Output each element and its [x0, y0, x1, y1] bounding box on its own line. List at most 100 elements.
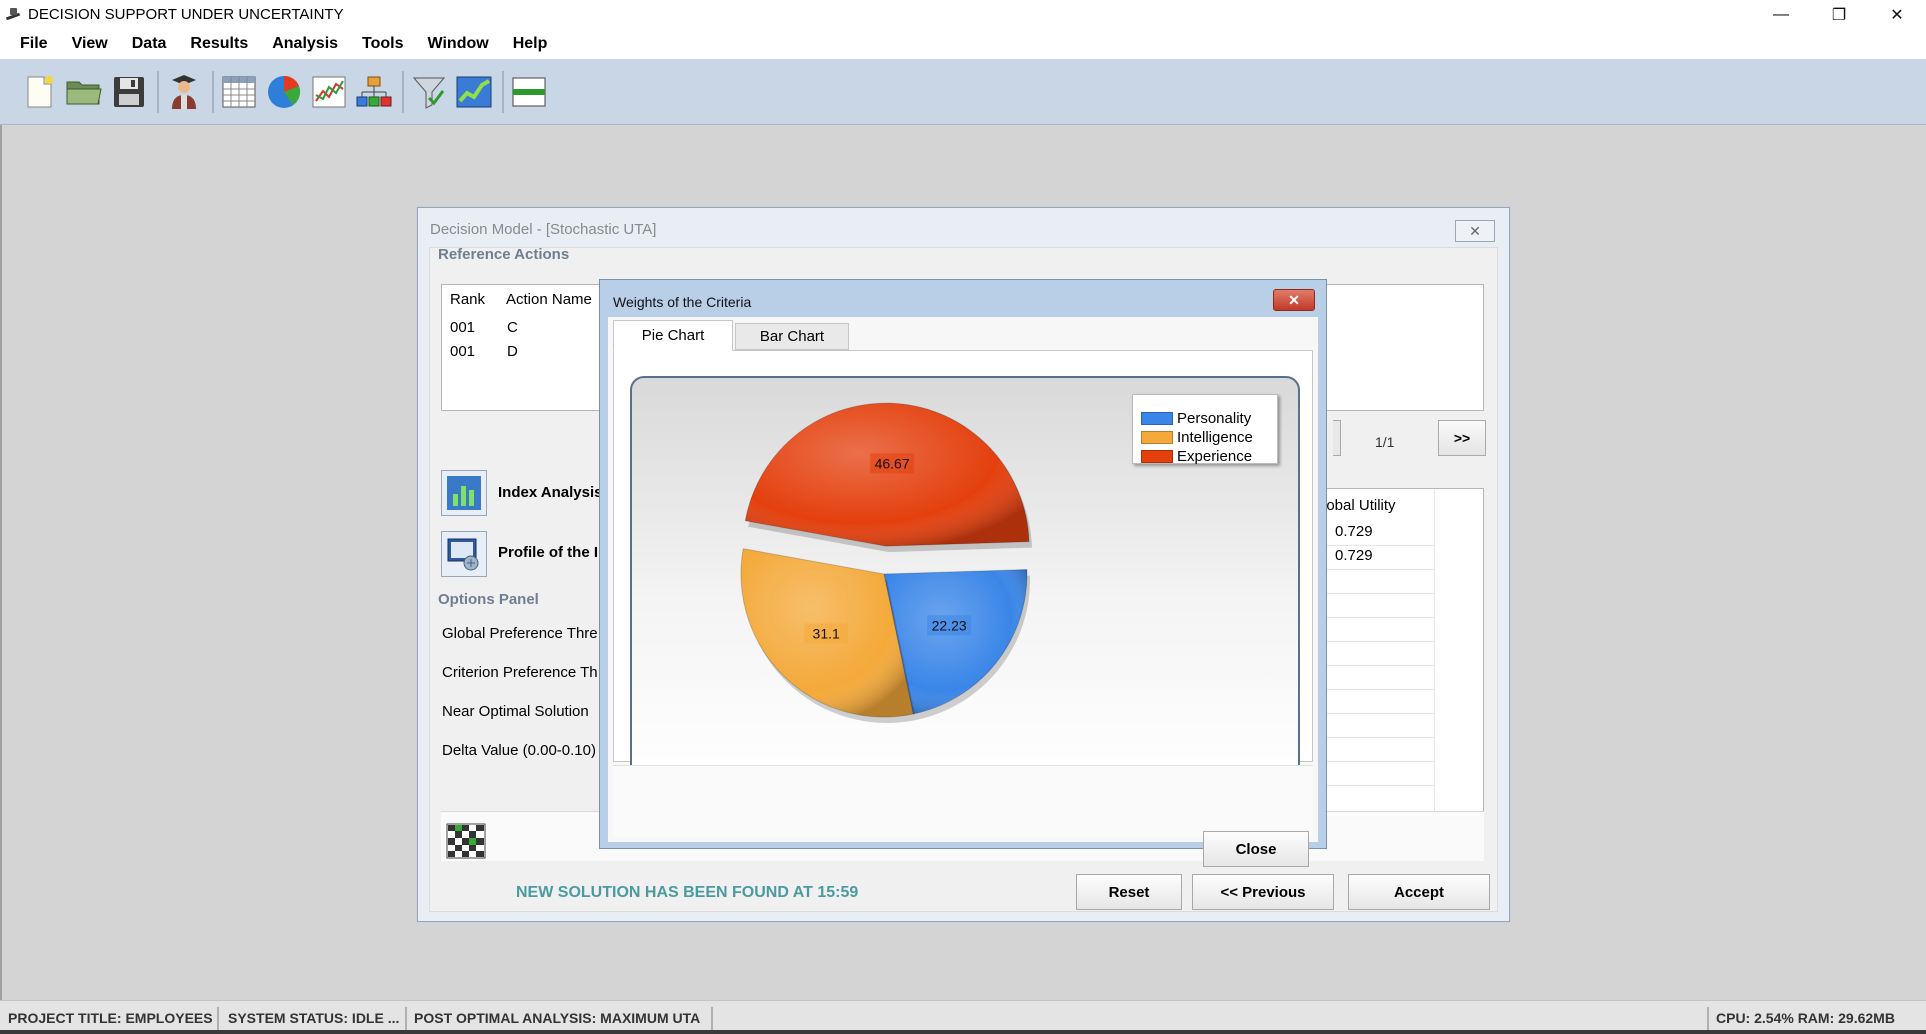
close-icon[interactable]: ✕ [1868, 0, 1926, 29]
legend-label: Intelligence [1177, 428, 1253, 446]
menu-window[interactable]: Window [416, 29, 501, 59]
profile-icon[interactable] [441, 531, 487, 577]
tab-pie-chart[interactable]: Pie Chart [613, 320, 733, 351]
near-optimal-solution-label: Near Optimal Solution [442, 703, 589, 720]
chart-legend: Personality Intelligence Experience [1132, 394, 1278, 465]
row-divider [1321, 593, 1434, 594]
tab-bar-chart[interactable]: Bar Chart [735, 323, 849, 350]
reset-button[interactable]: Reset [1076, 874, 1182, 910]
status-divider [1707, 1007, 1709, 1031]
previous-button[interactable]: << Previous [1192, 874, 1334, 910]
checkerboard-icon[interactable] [446, 823, 486, 859]
decision-maker-icon[interactable] [163, 71, 205, 113]
accept-button[interactable]: Accept [1348, 874, 1490, 910]
action-name-header: Action Name [506, 291, 592, 308]
reference-actions-label: Reference Actions [438, 246, 570, 263]
data-label: 22.23 [932, 617, 967, 633]
previous-page-button[interactable] [1333, 420, 1341, 456]
menu-view[interactable]: View [60, 29, 120, 59]
toolbar-separator [502, 70, 504, 113]
table-row-name[interactable]: D [507, 343, 518, 360]
profile-label[interactable]: Profile of the I [498, 544, 598, 561]
rank-header: Rank [450, 291, 486, 308]
next-page-button[interactable]: >> [1438, 420, 1486, 456]
row-divider [1321, 713, 1434, 714]
index-analysis-label[interactable]: Index Analysis [498, 484, 603, 501]
legend-label: Experience [1177, 447, 1253, 465]
minimize-icon[interactable]: — [1752, 0, 1810, 29]
restore-icon[interactable]: ❐ [1810, 0, 1868, 29]
index-analysis-icon[interactable] [441, 470, 487, 516]
global-preference-threshold-label: Global Preference Thre [442, 625, 598, 642]
toolbar [0, 59, 1926, 125]
legend-label: Personality [1177, 409, 1252, 427]
table-icon[interactable] [218, 71, 260, 113]
app-title: DECISION SUPPORT UNDER UNCERTAINTY [28, 6, 344, 23]
close-icon: ✕ [1469, 222, 1481, 239]
model-window-title: Decision Model - [Stochastic UTA] [430, 221, 657, 238]
weights-dialog: Weights of the Criteria ✕ Pie Chart Bar … [599, 279, 1327, 867]
data-label: 31.1 [813, 625, 840, 641]
table-row-name[interactable]: C [507, 319, 518, 336]
menu-bar: File View Data Results Analysis Tools Wi… [0, 29, 1926, 59]
pie-chart-icon[interactable] [263, 71, 305, 113]
row-divider [1321, 761, 1434, 762]
legend-item-intelligence: Intelligence [1141, 428, 1253, 446]
status-divider [217, 1007, 219, 1031]
row-divider [1321, 737, 1434, 738]
toolbar-separator [212, 70, 214, 113]
legend-swatch-experience [1141, 449, 1173, 463]
legend-item-experience: Experience [1141, 447, 1252, 465]
status-bar: PROJECT TITLE: EMPLOYEES SYSTEM STATUS: … [0, 1000, 1926, 1034]
split-view-icon[interactable] [508, 71, 550, 113]
row-divider [1321, 689, 1434, 690]
pie-chart-area: 22.23 31.1 46.67 Personality Intelligence … [630, 376, 1300, 786]
menu-file[interactable]: File [8, 29, 60, 59]
table-row-rank[interactable]: 001 [450, 319, 475, 336]
menu-tools[interactable]: Tools [350, 29, 415, 59]
app-logo-icon [4, 6, 22, 24]
global-utility-table: lobal Utility 0.729 0.729 [1320, 488, 1484, 818]
table-row-rank[interactable]: 001 [450, 343, 475, 360]
toolbar-separator [402, 70, 404, 113]
status-divider [711, 1007, 713, 1031]
model-close-button[interactable]: ✕ [1455, 220, 1495, 242]
row-divider [1321, 617, 1434, 618]
window-controls: — ❐ ✕ [1752, 0, 1926, 29]
new-document-icon[interactable] [18, 71, 60, 113]
menu-results[interactable]: Results [178, 29, 260, 59]
delta-value-label: Delta Value (0.00-0.10) [442, 742, 596, 759]
row-divider [1321, 641, 1434, 642]
row-divider [1321, 785, 1434, 786]
filter-icon[interactable] [408, 71, 450, 113]
dialog-title: Weights of the Criteria [613, 294, 752, 310]
taskbar-edge [0, 1030, 1926, 1034]
trend-chart-icon[interactable] [453, 71, 495, 113]
status-divider [405, 1007, 407, 1031]
close-button[interactable]: Close [1203, 831, 1309, 867]
menu-analysis[interactable]: Analysis [260, 29, 350, 59]
row-divider [1321, 545, 1434, 546]
page-indicator: 1/1 [1375, 434, 1395, 450]
legend-item-personality: Personality [1141, 409, 1251, 427]
global-utility-value[interactable]: 0.729 [1335, 523, 1373, 540]
options-panel-label: Options Panel [438, 591, 539, 608]
pie-slice-experience[interactable] [744, 402, 1030, 547]
global-utility-header: lobal Utility [1323, 497, 1396, 514]
column-divider [1434, 489, 1435, 817]
pie-chart-panel: 22.23 31.1 46.67 Personality Intelligence … [613, 350, 1313, 786]
toolbar-separator [157, 70, 159, 113]
solution-status-message: NEW SOLUTION HAS BEEN FOUND AT 15:59 [516, 884, 859, 901]
close-icon: ✕ [1288, 291, 1300, 308]
save-icon[interactable] [108, 71, 150, 113]
hierarchy-icon[interactable] [353, 71, 395, 113]
line-chart-icon[interactable] [308, 71, 350, 113]
menu-help[interactable]: Help [501, 29, 560, 59]
legend-swatch-personality [1141, 411, 1173, 425]
global-utility-value[interactable]: 0.729 [1335, 547, 1373, 564]
row-divider [1321, 569, 1434, 570]
open-folder-icon[interactable] [63, 71, 105, 113]
menu-data[interactable]: Data [120, 29, 179, 59]
dialog-close-button[interactable]: ✕ [1273, 289, 1315, 311]
row-divider [1321, 665, 1434, 666]
